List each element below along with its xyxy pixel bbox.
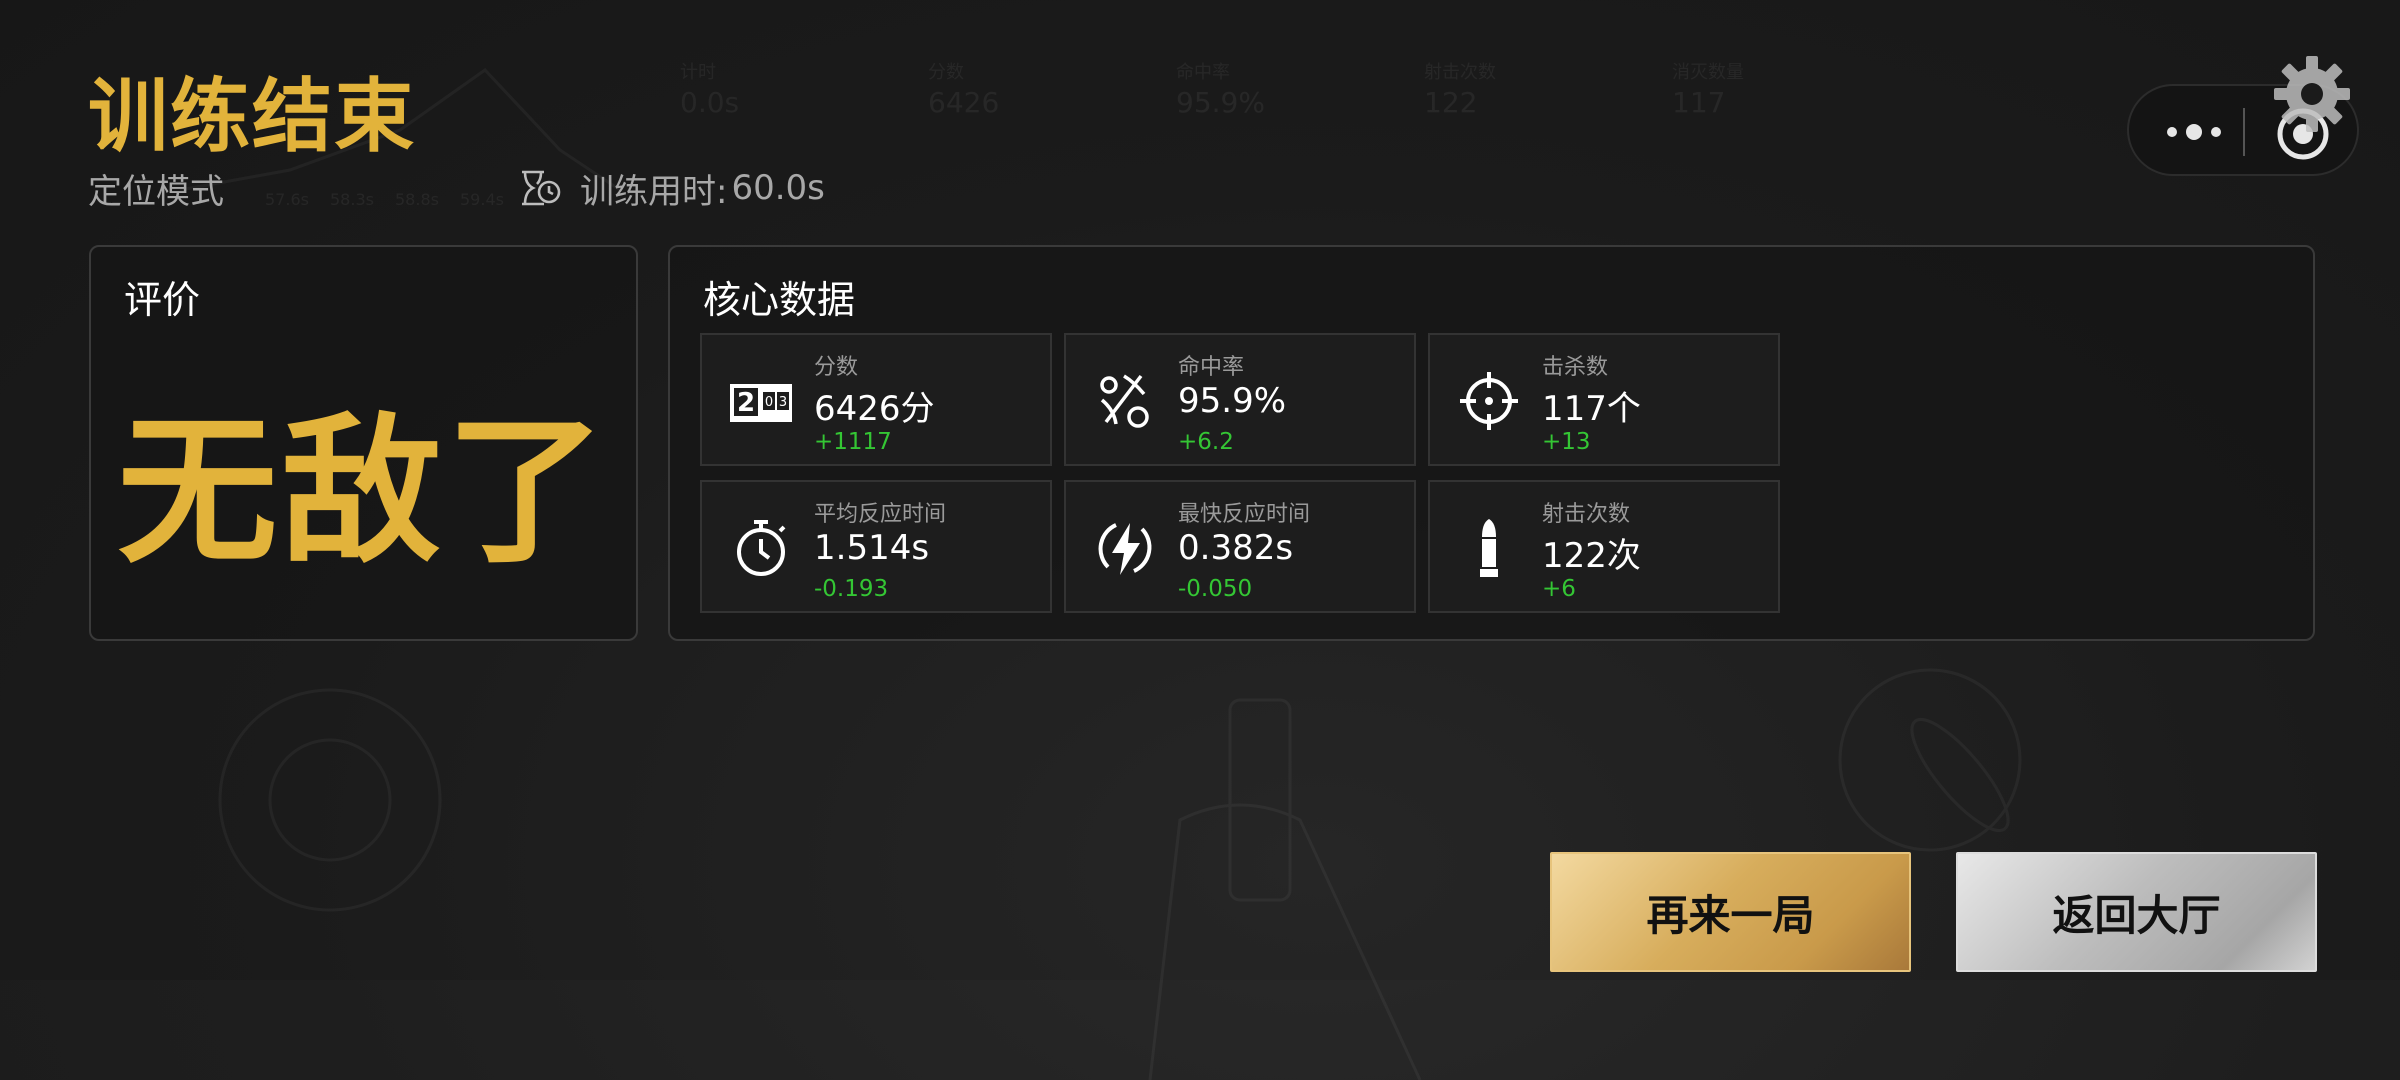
svg-text:3: 3 <box>779 395 787 410</box>
stat-card-fastest-reaction: 最快反应时间 0.382s -0.050 <box>1064 480 1416 613</box>
stat-delta: +6 <box>1542 576 1576 602</box>
stat-value: 0.382s <box>1178 528 1294 568</box>
mode-label: 定位模式 <box>88 171 224 212</box>
stat-label: 平均反应时间 <box>814 502 947 527</box>
play-again-button[interactable]: 再来一局 <box>1550 852 1911 972</box>
bg-hud-value: 117 <box>1672 86 1726 119</box>
core-data-title: 核心数据 <box>703 278 856 322</box>
stat-value: 122次 <box>1542 536 1641 576</box>
stat-label: 最快反应时间 <box>1178 502 1311 527</box>
stat-value: 95.9% <box>1178 381 1287 421</box>
stopwatch-icon <box>737 520 786 576</box>
stat-value: 6426分 <box>814 389 935 429</box>
stat-delta: -0.050 <box>1178 576 1253 602</box>
hourglass-clock-icon <box>522 170 561 206</box>
result-screen: 计时 0.0s 分数 6426 命中率 95.9% 射击次数 122 消灭数量 … <box>0 0 2400 1080</box>
rating-text: 无敌了 <box>117 398 610 585</box>
stat-card-score: 2 0 3 分数 6426分 +1117 <box>700 333 1052 466</box>
return-lobby-button[interactable]: 返回大厅 <box>1956 852 2317 972</box>
more-dots-icon[interactable] <box>2159 120 2229 144</box>
stat-label: 命中率 <box>1178 355 1245 380</box>
bg-hud-value: 122 <box>1424 86 1478 119</box>
bg-hud-value: 0.0s <box>680 86 740 119</box>
svg-text:2: 2 <box>737 388 755 418</box>
bg-hud-score: 分数 6426 <box>928 58 999 119</box>
stat-card-accuracy: 命中率 95.9% +6.2 <box>1064 333 1416 466</box>
bg-hud-time: 计时 0.0s <box>680 58 739 119</box>
bullet-icon <box>1480 519 1498 577</box>
capsule-divider <box>2243 108 2245 156</box>
subtitle-row: 定位模式 训练用时: 60.0s <box>88 166 825 212</box>
stat-card-kills: 击杀数 117个 +13 <box>1428 333 1780 466</box>
bg-hud-label: 分数 <box>928 62 964 83</box>
crosshair-icon <box>1460 372 1518 430</box>
bg-hud-value: 6426 <box>928 86 1000 119</box>
bg-hud-value: 95.9% <box>1176 86 1265 119</box>
stat-card-shots: 射击次数 122次 +6 <box>1428 480 1780 613</box>
time-label: 训练用时: <box>580 171 728 212</box>
lightning-icon <box>1098 523 1152 575</box>
hit-rate-icon <box>1100 374 1149 428</box>
evaluation-title: 评价 <box>124 278 201 322</box>
stat-delta: +1117 <box>814 429 892 455</box>
stat-label: 击杀数 <box>1542 355 1609 380</box>
stat-delta: +13 <box>1542 429 1591 455</box>
bg-hud-accuracy: 命中率 95.9% <box>1176 58 1265 119</box>
bg-hud-kills: 消灭数量 117 <box>1672 58 1744 119</box>
bg-hud-label: 命中率 <box>1176 62 1230 83</box>
stat-label: 分数 <box>814 355 859 380</box>
gear-icon[interactable] <box>2272 54 2352 134</box>
bg-hud-label: 计时 <box>680 62 716 83</box>
stat-delta: +6.2 <box>1178 429 1234 455</box>
stat-delta: -0.193 <box>814 576 889 602</box>
page-title: 训练结束 <box>88 70 416 163</box>
bg-hud-label: 射击次数 <box>1424 62 1496 83</box>
bg-hud-shots: 射击次数 122 <box>1424 58 1496 119</box>
stat-value: 117个 <box>1542 389 1641 429</box>
time-value: 60.0s <box>731 168 825 208</box>
scoreboard-icon: 2 0 3 <box>730 384 792 422</box>
bg-hud-label: 消灭数量 <box>1672 62 1744 83</box>
stat-value: 1.514s <box>814 528 930 568</box>
core-data-panel: 核心数据 2 0 3 分数 6426分 +1117 命中率 95.9% +6.2… <box>668 245 2315 641</box>
evaluation-panel: 评价 无敌了 <box>89 245 638 641</box>
svg-text:0: 0 <box>765 395 773 410</box>
stat-label: 射击次数 <box>1542 502 1631 527</box>
stat-card-avg-reaction: 平均反应时间 1.514s -0.193 <box>700 480 1052 613</box>
